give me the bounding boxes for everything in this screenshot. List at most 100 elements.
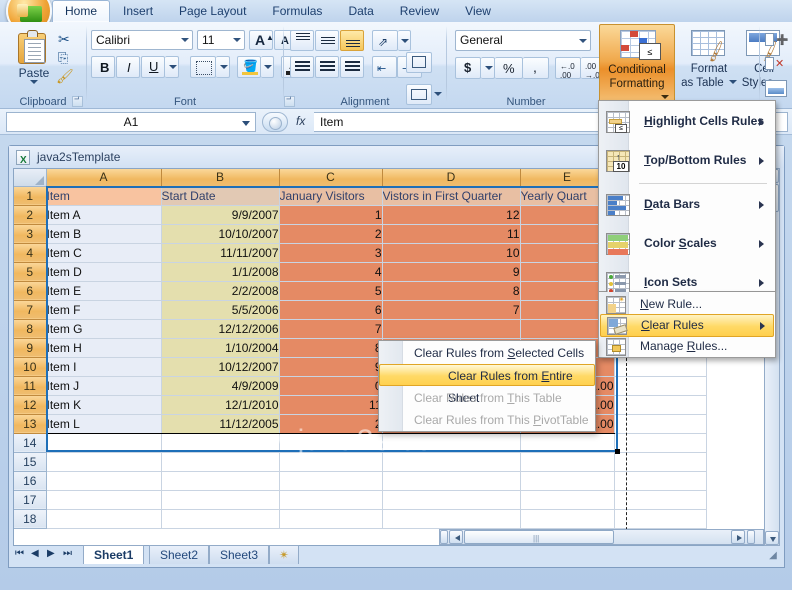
comma-style-button[interactable]: , (523, 57, 549, 79)
paste-label[interactable]: Paste (12, 66, 56, 80)
column-header-a[interactable]: A (46, 169, 162, 187)
cell-a18[interactable] (46, 509, 162, 529)
cell-c4[interactable]: 3 (279, 243, 383, 263)
sheet-tab-sheet1[interactable]: Sheet1 (83, 545, 145, 564)
row-header-14[interactable]: 14 (14, 433, 47, 453)
underline-button[interactable]: U (141, 56, 165, 78)
fill-color-icon[interactable]: 🪣 (237, 56, 261, 78)
cell-a16[interactable] (46, 471, 162, 491)
cell-a7[interactable]: Item F (46, 300, 162, 320)
tab-insert[interactable]: Insert (110, 1, 166, 22)
split-handle-right[interactable] (747, 530, 755, 544)
tab-home[interactable]: Home (52, 0, 111, 22)
percent-format-button[interactable]: % (495, 57, 523, 79)
cell-c7[interactable]: 6 (279, 300, 383, 320)
cell-e17[interactable] (520, 490, 615, 510)
cell-c15[interactable] (279, 452, 383, 472)
cell-b10[interactable]: 10/12/2007 (161, 357, 280, 377)
row-header-16[interactable]: 16 (14, 471, 47, 491)
cell-b11[interactable]: 4/9/2009 (161, 376, 280, 396)
fill-handle[interactable] (615, 449, 620, 454)
merge-center-dropdown[interactable] (434, 92, 442, 96)
align-left-button[interactable] (290, 56, 314, 78)
cell-a4[interactable]: Item C (46, 243, 162, 263)
format-painter-icon[interactable]: 🖌 (56, 68, 74, 84)
row-header-11[interactable]: 11 (14, 376, 47, 396)
cell-a13[interactable]: Item L (46, 414, 162, 434)
align-top-button[interactable] (290, 30, 314, 51)
cell-c8[interactable]: 7 (279, 319, 383, 339)
row-header-13[interactable]: 13 (14, 414, 47, 434)
wrap-text-button[interactable] (406, 52, 432, 73)
menu-item-data-bars[interactable]: Data Bars (600, 186, 774, 224)
cell-d3[interactable]: 11 (382, 224, 521, 244)
underline-dropdown[interactable] (165, 56, 179, 78)
row-header-15[interactable]: 15 (14, 452, 47, 472)
cell-b6[interactable]: 2/2/2008 (161, 281, 280, 301)
cell-d6[interactable]: 8 (382, 281, 521, 301)
cell-b14[interactable] (161, 433, 280, 453)
format-as-table-button[interactable]: 🖌 Format as Table (678, 26, 740, 104)
cell-b16[interactable] (161, 471, 280, 491)
borders-dropdown[interactable] (216, 56, 230, 78)
cell-f18[interactable] (614, 509, 707, 529)
align-center-button[interactable] (315, 56, 339, 78)
bold-button[interactable]: B (91, 56, 115, 78)
grow-font-button[interactable]: A ▲ (249, 30, 274, 50)
cell-a1[interactable]: Item (46, 186, 162, 206)
orientation-dropdown[interactable] (398, 30, 411, 51)
conditional-formatting-button[interactable]: ≤ Conditional Formatting (599, 24, 675, 106)
paste-dropdown-arrow[interactable] (30, 80, 38, 84)
column-header-b[interactable]: B (161, 169, 280, 187)
row-header-5[interactable]: 5 (14, 262, 47, 282)
cell-d18[interactable] (382, 509, 521, 529)
currency-format-button[interactable]: $ (455, 57, 481, 79)
tab-review[interactable]: Review (387, 1, 452, 22)
cell-b4[interactable]: 11/11/2007 (161, 243, 280, 263)
row-header-2[interactable]: 2 (14, 205, 47, 225)
font-size-combo[interactable]: 11 (197, 30, 245, 50)
cell-a2[interactable]: Item A (46, 205, 162, 225)
tab-formulas[interactable]: Formulas (259, 1, 335, 22)
menu-item-manage-rules[interactable]: Manage Rules... (600, 335, 774, 358)
delete-cells-icon[interactable]: ✕ (765, 56, 787, 72)
cell-b8[interactable]: 12/12/2006 (161, 319, 280, 339)
format-cells-icon[interactable] (765, 80, 787, 97)
submenu-item-entire-sheet[interactable]: Clear Rules from Entire Sheet (379, 364, 595, 405)
tab-view[interactable]: View (452, 1, 504, 22)
cell-f15[interactable] (614, 452, 707, 472)
menu-item-new-rule[interactable]: ✴ New Rule... (600, 293, 774, 316)
row-header-6[interactable]: 6 (14, 281, 47, 301)
decrease-indent-button[interactable]: ⇤ (372, 56, 397, 78)
cell-c13[interactable]: 2 (279, 414, 383, 434)
cell-f14[interactable] (614, 433, 707, 453)
cell-f16[interactable] (614, 471, 707, 491)
cell-c18[interactable] (279, 509, 383, 529)
cell-f11[interactable] (614, 376, 707, 396)
column-header-c[interactable]: C (279, 169, 383, 187)
cell-c12[interactable]: 11 (279, 395, 383, 415)
cell-a17[interactable] (46, 490, 162, 510)
prev-sheet-icon[interactable]: ◀ (31, 548, 39, 559)
row-header-18[interactable]: 18 (14, 509, 47, 529)
cell-d7[interactable]: 7 (382, 300, 521, 320)
sheet-nav-buttons[interactable]: ⏮ ◀ ▶ ⏭ (15, 547, 77, 562)
row-header-9[interactable]: 9 (14, 338, 47, 358)
cut-icon[interactable]: ✂ (58, 31, 76, 47)
cell-a3[interactable]: Item B (46, 224, 162, 244)
cell-b5[interactable]: 1/1/2008 (161, 262, 280, 282)
scroll-left-button[interactable] (449, 530, 463, 544)
cell-f10[interactable] (614, 357, 707, 377)
cell-b17[interactable] (161, 490, 280, 510)
insert-cells-icon[interactable]: ➕ (765, 32, 788, 48)
tab-page-layout[interactable]: Page Layout (166, 1, 259, 22)
number-format-combo[interactable]: General (455, 30, 591, 51)
cell-c9[interactable]: 8 (279, 338, 383, 358)
currency-dropdown[interactable] (481, 57, 495, 79)
first-sheet-icon[interactable]: ⏮ (15, 548, 24, 559)
cell-d16[interactable] (382, 471, 521, 491)
row-header-10[interactable]: 10 (14, 357, 47, 377)
cell-a12[interactable]: Item K (46, 395, 162, 415)
cell-e16[interactable] (520, 471, 615, 491)
cell-d5[interactable]: 9 (382, 262, 521, 282)
